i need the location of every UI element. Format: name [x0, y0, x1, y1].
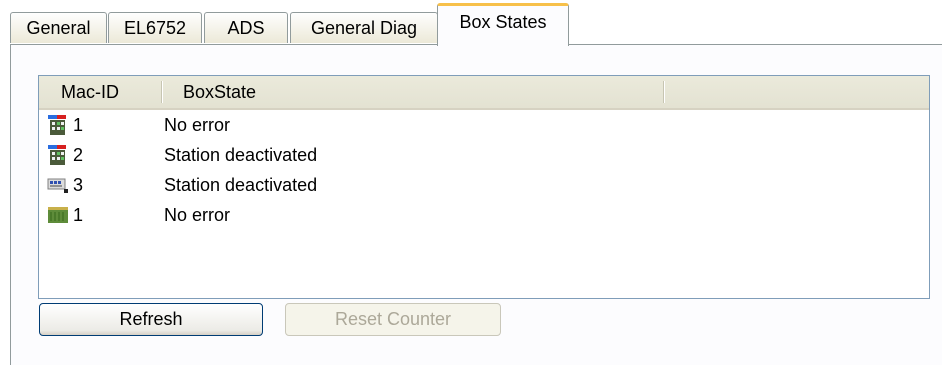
- box-states-list[interactable]: Mac-ID BoxState 1 No error 2 Station dea…: [38, 75, 930, 299]
- tab-general-diag[interactable]: General Diag: [290, 12, 438, 43]
- device-module-icon: [47, 178, 68, 193]
- list-item[interactable]: 2 Station deactivated: [39, 140, 929, 170]
- tab-strip: General EL6752 ADS General Diag Box Stat…: [0, 0, 942, 46]
- io-box-icon: [48, 115, 66, 135]
- mac-id-cell: 3: [73, 174, 84, 195]
- column-header-boxstate[interactable]: BoxState: [183, 76, 256, 108]
- list-item[interactable]: 1 No error: [39, 110, 929, 140]
- io-box-icon: [48, 145, 66, 165]
- box-state-cell: Station deactivated: [164, 144, 318, 165]
- box-state-cell: Station deactivated: [164, 174, 318, 195]
- mac-id-cell: 1: [73, 114, 84, 135]
- box-state-cell: No error: [164, 114, 231, 135]
- tab-box-states-label: Box States: [459, 11, 547, 32]
- tab-general[interactable]: General: [10, 12, 107, 43]
- tab-general-diag-label: General Diag: [310, 17, 418, 38]
- tab-ads[interactable]: ADS: [204, 12, 288, 43]
- column-separator[interactable]: [161, 81, 162, 103]
- list-item[interactable]: 1 No error: [39, 200, 929, 230]
- tab-el6752-label: EL6752: [123, 17, 187, 38]
- column-separator[interactable]: [663, 81, 664, 103]
- column-header-mac-id[interactable]: Mac-ID: [61, 76, 119, 108]
- refresh-button[interactable]: Refresh: [39, 303, 263, 336]
- tab-box-states[interactable]: Box States: [437, 3, 569, 46]
- mac-id-cell: 2: [73, 144, 84, 165]
- tab-ads-label: ADS: [227, 17, 265, 38]
- mac-id-cell: 1: [73, 204, 84, 225]
- reset-counter-button: Reset Counter: [285, 303, 501, 336]
- tab-el6752[interactable]: EL6752: [108, 12, 202, 43]
- terminal-block-icon: [48, 207, 68, 223]
- list-item[interactable]: 3 Station deactivated: [39, 170, 929, 200]
- list-header: Mac-ID BoxState: [39, 76, 929, 110]
- tab-panel-box-states: Mac-ID BoxState 1 No error 2 Station dea…: [10, 44, 942, 365]
- box-state-cell: No error: [164, 204, 231, 225]
- tab-general-label: General: [26, 17, 91, 38]
